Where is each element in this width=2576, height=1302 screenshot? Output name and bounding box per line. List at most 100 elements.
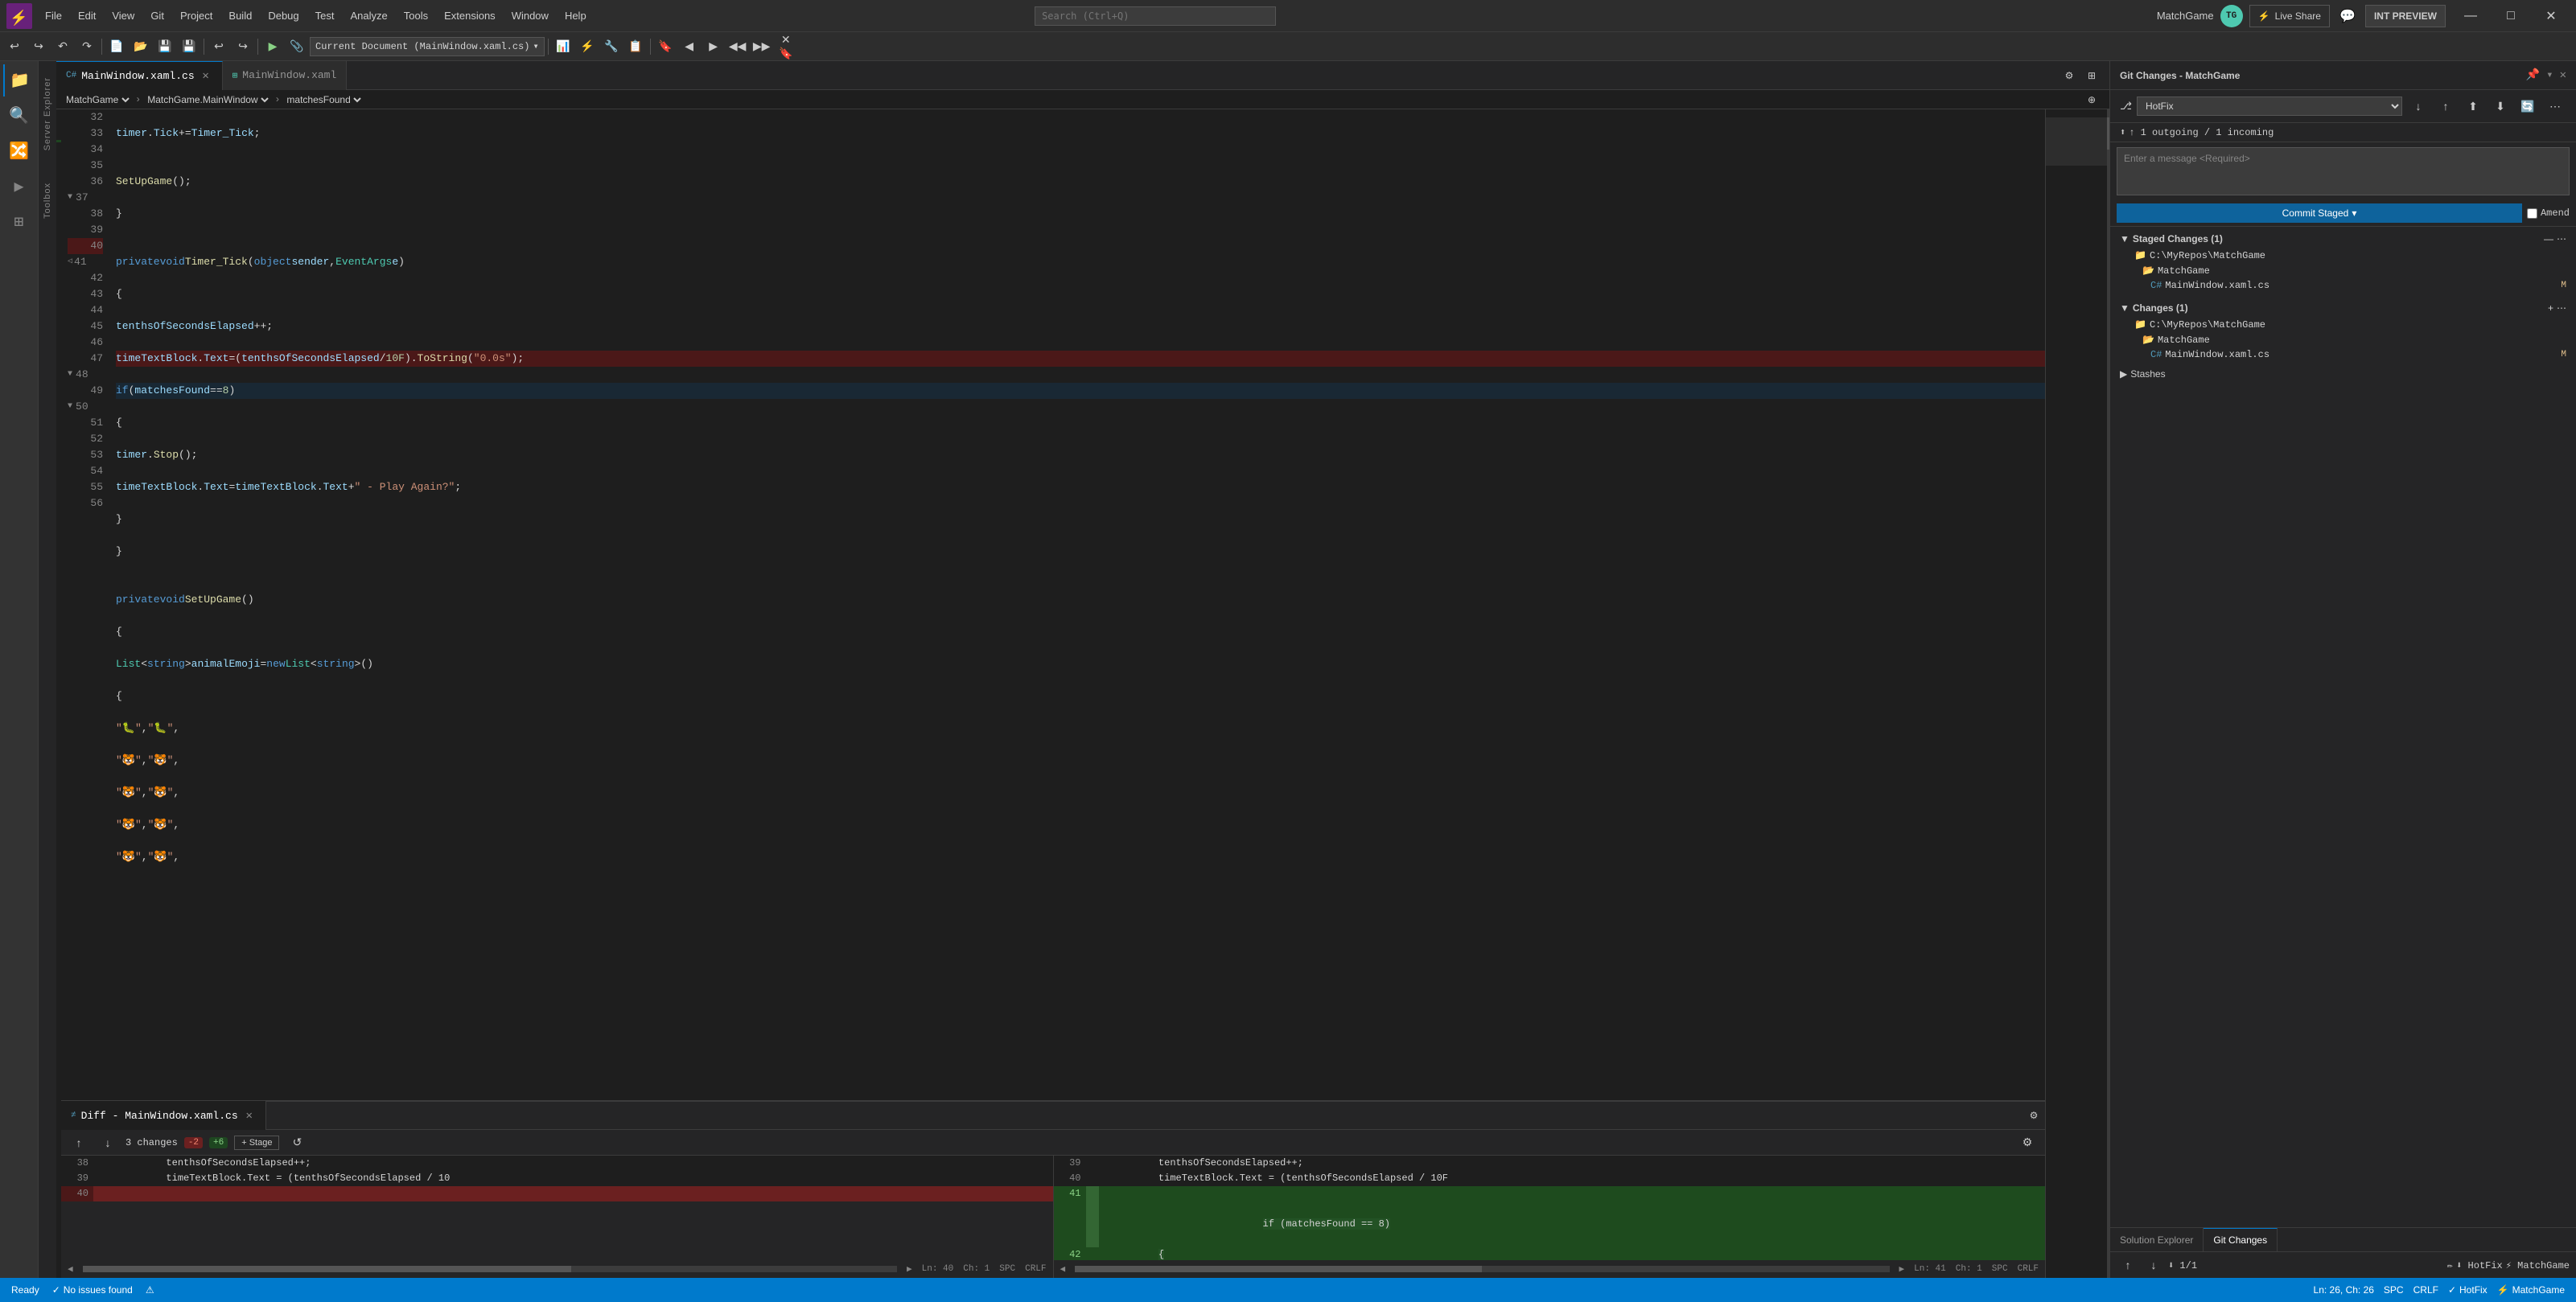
git-fetch-down[interactable]: ↓ [2407,95,2430,117]
git-panel-dropdown-icon[interactable]: ▾ [2546,68,2553,82]
minimize-button[interactable]: — [2452,4,2489,28]
toolbar-redo[interactable]: ↷ [76,35,98,58]
diff-nav-down[interactable]: ↓ [97,1132,119,1154]
menu-tools[interactable]: Tools [397,6,434,25]
toolbar-bm1[interactable]: 🔖 [654,35,677,58]
diff-nav-up[interactable]: ↑ [68,1132,90,1154]
git-staged-repo[interactable]: 📁 C:\MyRepos\MatchGame [2110,248,2576,263]
git-staged-minus-icon[interactable]: — [2544,233,2553,244]
git-sync[interactable]: 🔄 [2516,95,2539,117]
git-amend-checkbox[interactable] [2527,208,2537,219]
toolbar-bm3[interactable]: ▶ [702,35,725,58]
breadcrumb-namespace-select[interactable]: MatchGame.MainWindow [144,93,271,106]
code-editor[interactable]: 32 33 34 35 36 ▼37 38 39 40 ◁41 42 43 44… [61,109,2045,1278]
git-changes-repo[interactable]: 📁 C:\MyRepos\MatchGame [2110,317,2576,332]
breadcrumb-member-select[interactable]: matchesFound [283,93,364,106]
git-changes-header[interactable]: ▼ Changes (1) + ⋯ [2110,299,2576,317]
toolbox-label[interactable]: Toolbox [43,183,52,219]
status-issues[interactable]: ✓ No issues found [47,1278,138,1302]
tab-mainwindow-xaml[interactable]: ⊞ MainWindow.xaml [223,61,348,90]
menu-project[interactable]: Project [174,6,219,25]
git-push[interactable]: ⬆ [2462,95,2484,117]
document-dropdown[interactable]: Current Document (MainWindow.xaml.cs) ▾ [310,37,545,56]
git-commit-staged-button[interactable]: Commit Staged ▾ [2117,203,2522,223]
toolbar-bm6[interactable]: ✕🔖 [775,35,797,58]
menu-debug[interactable]: Debug [261,6,305,25]
search-input[interactable] [1035,6,1276,26]
activity-git[interactable]: 🔀 [3,135,35,167]
menu-help[interactable]: Help [558,6,593,25]
diff-right-pane[interactable]: 39 tenthsOfSecondsElapsed++; 40 timeText… [1054,1156,2046,1260]
user-avatar[interactable]: TG [2220,5,2243,27]
git-panel-pin-icon[interactable]: 📌 [2526,68,2540,82]
toolbar-profiler[interactable]: 📊 [552,35,574,58]
toolbar-save[interactable]: 💾 [154,35,176,58]
menu-build[interactable]: Build [222,6,258,25]
activity-run[interactable]: ▶ [3,170,35,203]
tab-git-changes[interactable]: Git Changes [2204,1228,2278,1252]
toolbar-diag[interactable]: 📋 [624,35,647,58]
toolbar-bm5[interactable]: ▶▶ [751,35,773,58]
menu-git[interactable]: Git [144,6,171,25]
diff-right-scrollbar[interactable] [1075,1266,1889,1272]
git-panel-close-icon[interactable]: ✕ [2560,68,2566,82]
git-staged-folder[interactable]: 📂 MatchGame [2110,263,2576,278]
toolbar-save-all[interactable]: 💾 [178,35,200,58]
status-hotfix[interactable]: ✓ HotFix [2443,1284,2492,1296]
minimap-scrollbar[interactable] [2107,109,2109,1278]
live-share-button[interactable]: ⚡ Live Share [2249,5,2330,27]
status-crlf[interactable]: CRLF [2409,1284,2443,1296]
menu-file[interactable]: File [39,6,68,25]
diff-tab-main[interactable]: ≠ Diff - MainWindow.xaml.cs ✕ [61,1101,266,1130]
git-amend-label[interactable]: Amend [2527,207,2570,219]
toolbar-mem[interactable]: 🔧 [600,35,623,58]
menu-extensions[interactable]: Extensions [438,6,502,25]
menu-analyze[interactable]: Analyze [344,6,393,25]
tab-settings-icon[interactable]: ⚙ [2058,64,2080,87]
git-staged-file[interactable]: C# MainWindow.xaml.cs M [2110,278,2576,293]
close-button[interactable]: ✕ [2533,4,2570,28]
feedback-button[interactable]: 💬 [2336,5,2359,27]
stage-button[interactable]: + Stage [234,1136,279,1150]
git-staged-more-icon[interactable]: ⋯ [2557,233,2566,244]
git-commit-message[interactable] [2117,147,2570,195]
git-changes-folder[interactable]: 📂 MatchGame [2110,332,2576,347]
int-preview-button[interactable]: INT PREVIEW [2365,5,2446,27]
maximize-button[interactable]: □ [2492,4,2529,28]
tab-split-icon[interactable]: ⊞ [2080,64,2103,87]
toolbar-run[interactable]: ▶ [261,35,284,58]
toolbar-undo[interactable]: ↶ [51,35,74,58]
toolbar-redo2[interactable]: ↪ [232,35,254,58]
status-spaces[interactable]: SPC [2379,1284,2409,1296]
tab-close-cs[interactable]: ✕ [200,69,212,83]
toolbar-back[interactable]: ↩ [3,35,26,58]
menu-window[interactable]: Window [505,6,555,25]
diff-revert[interactable]: ↺ [286,1132,308,1154]
toolbar-perf[interactable]: ⚡ [576,35,599,58]
git-staged-header[interactable]: ▼ Staged Changes (1) — ⋯ [2110,230,2576,248]
toolbar-forward[interactable]: ↪ [27,35,50,58]
git-fetch-up[interactable]: ↑ [2434,95,2457,117]
git-stashes-section[interactable]: ▶ Stashes [2110,365,2576,383]
git-changes-file[interactable]: C# MainWindow.xaml.cs M [2110,347,2576,362]
toolbar-attach[interactable]: 📎 [286,35,308,58]
menu-test[interactable]: Test [309,6,341,25]
tab-mainwindow-cs[interactable]: C# MainWindow.xaml.cs ✕ [56,61,223,90]
status-position[interactable]: Ln: 26, Ch: 26 [2309,1284,2379,1296]
toolbar-bm2[interactable]: ◀ [678,35,701,58]
diff-tab-close[interactable]: ✕ [243,1109,256,1123]
menu-edit[interactable]: Edit [72,6,102,25]
git-nav-down-icon[interactable]: ↓ [2142,1254,2165,1276]
status-matchgame[interactable]: ⚡ MatchGame [2492,1284,2570,1296]
breadcrumb-add-icon[interactable]: ⊕ [2080,88,2103,111]
git-more[interactable]: ⋯ [2544,95,2566,117]
code-content[interactable]: timer.Tick += Timer_Tick; SetUpGame(); }… [109,109,2045,1100]
status-ready[interactable]: Ready [6,1278,44,1302]
server-explorer-label[interactable]: Server Explorer [43,77,52,150]
diff-settings-icon[interactable]: ⚙ [2023,1104,2045,1127]
toolbar-bm4[interactable]: ◀◀ [726,35,749,58]
breadcrumb-project-select[interactable]: MatchGame [63,93,132,106]
status-warnings[interactable]: ⚠ [141,1278,159,1302]
diff-settings2[interactable]: ⚙ [2016,1132,2039,1154]
activity-explorer[interactable]: 📁 [3,64,35,97]
